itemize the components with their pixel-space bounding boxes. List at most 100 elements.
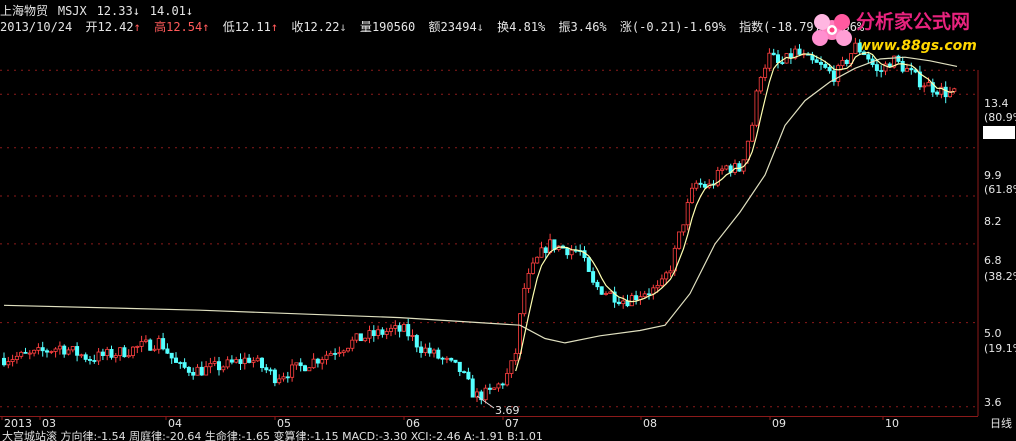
candle-body (345, 347, 350, 352)
period-label[interactable]: 日线 (990, 416, 1012, 430)
candle-body (350, 339, 355, 349)
candle-body (268, 369, 273, 372)
candle-body (401, 324, 406, 332)
candle-body (354, 333, 359, 341)
candle-body (139, 341, 144, 347)
candle-body (457, 361, 462, 372)
candle-body (840, 59, 845, 67)
candle-body (19, 351, 24, 357)
candle-body (40, 347, 45, 352)
candle-body (621, 300, 626, 305)
candle-body (483, 387, 488, 401)
candle-body (393, 325, 398, 329)
candle-body (66, 349, 71, 355)
candle-body (208, 362, 213, 368)
candle-body (388, 327, 393, 332)
candle-body (836, 65, 841, 82)
candle-body (414, 335, 419, 348)
candle-body (905, 68, 910, 72)
candle-body (122, 347, 127, 358)
candle-body (255, 357, 260, 362)
candle-body (105, 349, 110, 356)
candle-body (195, 366, 200, 376)
candle-body (767, 52, 772, 69)
candle-body (371, 330, 376, 336)
candle-body (522, 287, 527, 315)
candle-body (896, 55, 901, 62)
candle-body (358, 333, 363, 342)
candle-body (677, 231, 682, 249)
candle-body (148, 339, 153, 351)
candle-body (423, 347, 428, 353)
y-tick-label: 13.4 (984, 97, 1009, 110)
candle-body (178, 362, 183, 364)
candle-body (96, 351, 101, 362)
candle-body (298, 362, 303, 367)
candle-body (251, 360, 256, 363)
candle-body (926, 82, 931, 87)
current-price-box (983, 126, 1015, 139)
candle-body (337, 352, 342, 354)
candle-body (100, 351, 105, 356)
candle-body (943, 86, 948, 98)
candle-body (328, 353, 333, 356)
candle-body (234, 359, 239, 363)
candle-body (698, 182, 703, 185)
candle-body (264, 367, 269, 371)
candle-body (758, 77, 763, 92)
candle-body (143, 339, 148, 342)
candle-body (259, 357, 264, 369)
candle-body (70, 346, 75, 351)
candle-body (397, 325, 402, 332)
candle-body (126, 355, 131, 358)
candle-body (543, 247, 548, 253)
candle-body (844, 59, 849, 64)
candle-body (879, 70, 884, 72)
ma-long-line (3, 56, 958, 344)
candle-body (161, 338, 166, 350)
candle-body (406, 324, 411, 337)
candle-body (14, 355, 19, 360)
candle-body (444, 357, 449, 360)
candle-body (204, 366, 209, 376)
candle-body (27, 352, 32, 355)
price-chart[interactable]: 3.69 13.4(80.9%12.29.9(61.8%8.26.8(38.2%… (0, 30, 1016, 416)
candle-body (608, 291, 613, 294)
candle-body (307, 367, 312, 372)
candle-body (466, 371, 471, 380)
candle-body (599, 286, 604, 295)
candle-body (922, 85, 927, 88)
candle-body (500, 383, 505, 386)
candle-body (182, 362, 187, 368)
candle-body (857, 42, 862, 53)
candle-body (341, 350, 346, 353)
candle-body (470, 378, 475, 398)
candle-body (152, 348, 157, 351)
candle-body (380, 329, 385, 335)
candle-body (616, 301, 621, 305)
candle-body (165, 348, 170, 354)
ma-short-line (515, 51, 955, 372)
candle-body (118, 347, 123, 356)
candle-body (431, 349, 436, 354)
candle-body (629, 295, 634, 307)
candle-body (79, 354, 84, 357)
candle-body (453, 359, 458, 363)
candle-body (487, 387, 492, 390)
y-tick-label: (19.1% (984, 342, 1016, 355)
candle-body (496, 383, 501, 389)
candle-body (509, 360, 514, 374)
candle-body (513, 353, 518, 362)
candle-body (750, 124, 755, 142)
candle-body (690, 187, 695, 203)
candle-body (285, 376, 290, 379)
candle-body (247, 357, 252, 363)
candle-body (199, 366, 204, 376)
candle-body (659, 278, 664, 286)
candle-body (724, 165, 729, 170)
candle-body (410, 335, 415, 337)
candle-body (569, 249, 574, 256)
ma-label: MSJX (57, 4, 87, 18)
candle-body (130, 346, 135, 356)
candle-body (10, 359, 15, 362)
